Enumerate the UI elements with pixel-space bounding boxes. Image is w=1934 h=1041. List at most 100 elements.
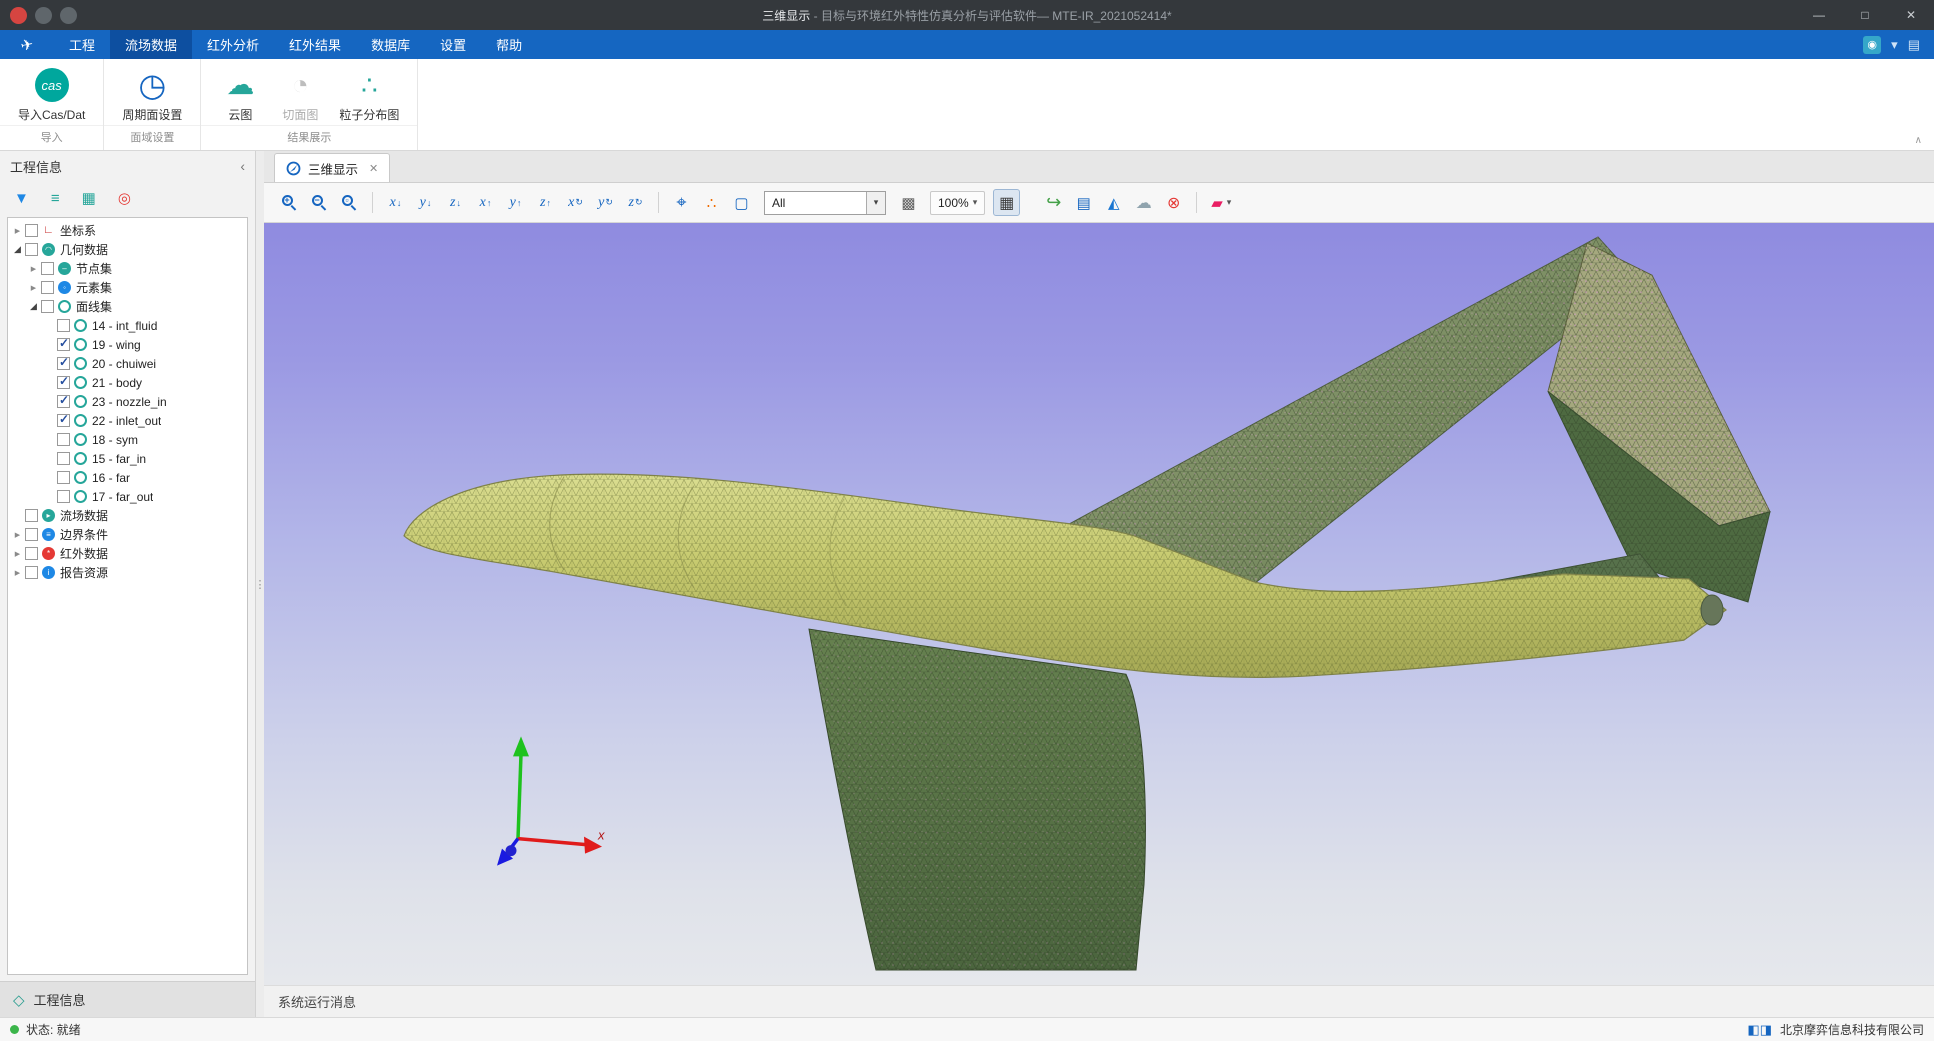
save-view-button[interactable]: ▰▾ xyxy=(1206,189,1236,216)
tree-expander-icon[interactable]: ▶ xyxy=(11,227,24,235)
tab-3d-display[interactable]: 三维显示 ✕ xyxy=(274,153,390,182)
zoom-fit-button[interactable]: ▫ xyxy=(336,189,363,216)
tree-expander-icon[interactable]: ▶ xyxy=(27,265,40,273)
tree-item-face-17-far-out[interactable]: 17 - far_out xyxy=(8,487,247,506)
mirror-display-button[interactable]: ◭ xyxy=(1100,189,1127,216)
menu-tab-settings[interactable]: 设置 xyxy=(425,30,481,59)
tree-checkbox[interactable] xyxy=(41,262,54,275)
tree-checkbox[interactable] xyxy=(57,395,70,408)
tree-checkbox[interactable] xyxy=(25,224,38,237)
snapshot-image-button[interactable]: ▤ xyxy=(1070,189,1097,216)
tree-item-face-15-far-in[interactable]: 15 - far_in xyxy=(8,449,247,468)
tree-expander-icon[interactable]: ▶ xyxy=(11,569,24,577)
tree-expander-icon[interactable]: ▶ xyxy=(27,284,40,292)
view-x-button[interactable]: x↓ xyxy=(382,189,409,216)
caret-down-icon[interactable]: ▾ xyxy=(1891,37,1898,53)
probe-point-button[interactable]: ⌖ xyxy=(668,189,695,216)
tree-checkbox[interactable] xyxy=(57,376,70,389)
tree-item-report-resource[interactable]: ▶i报告资源 xyxy=(8,563,247,582)
ribbon-collapse-chevron-icon[interactable]: ∧ xyxy=(1915,135,1922,146)
tree-checkbox[interactable] xyxy=(57,471,70,484)
list-view-icon[interactable]: ≡ xyxy=(51,191,60,206)
tree-checkbox[interactable] xyxy=(41,300,54,313)
menu-tab-database[interactable]: 数据库 xyxy=(356,30,425,59)
app-icon-gray-2[interactable] xyxy=(60,7,77,24)
tree-checkbox[interactable] xyxy=(57,490,70,503)
region-select-button[interactable]: ▢ xyxy=(728,189,755,216)
particle-trace-button[interactable]: ∴ xyxy=(698,189,725,216)
mesh-grid-toggle[interactable]: ▦ xyxy=(993,189,1020,216)
tree-checkbox[interactable] xyxy=(25,547,38,560)
texture-pattern-button[interactable]: ▩ xyxy=(895,189,922,216)
zoom-percent-combo[interactable]: 100%▾ xyxy=(930,191,985,215)
menu-tab-help[interactable]: 帮助 xyxy=(481,30,537,59)
cloud-map-button[interactable]: ☁ 云图 xyxy=(213,66,267,123)
app-logo-red[interactable] xyxy=(10,7,27,24)
view-y-reverse-button[interactable]: y↑ xyxy=(502,189,529,216)
tree-item-face-18-sym[interactable]: 18 - sym xyxy=(8,430,247,449)
maximize-button[interactable]: □ xyxy=(1842,0,1888,30)
tree-expander-icon[interactable]: ▶ xyxy=(11,550,24,558)
rotate-y-button[interactable]: y↻ xyxy=(592,189,619,216)
rotate-x-button[interactable]: x↻ xyxy=(562,189,589,216)
tree-checkbox[interactable] xyxy=(57,414,70,427)
tree-item-infrared-data[interactable]: ▶*红外数据 xyxy=(8,544,247,563)
tree-checkbox[interactable] xyxy=(25,566,38,579)
tree-item-boundary-cond[interactable]: ▶≡边界条件 xyxy=(8,525,247,544)
tree-item-flow-field-data[interactable]: ▸流场数据 xyxy=(8,506,247,525)
origin-target-icon[interactable]: ◎ xyxy=(118,191,131,206)
tree-checkbox[interactable] xyxy=(41,281,54,294)
cloud-display-button[interactable]: ☁ xyxy=(1130,189,1157,216)
view-x-reverse-button[interactable]: x↑ xyxy=(472,189,499,216)
menu-tab-ir-analysis[interactable]: 红外分析 xyxy=(192,30,274,59)
rotate-z-button[interactable]: z↻ xyxy=(622,189,649,216)
tree-checkbox[interactable] xyxy=(57,433,70,446)
view-z-reverse-button[interactable]: z↑ xyxy=(532,189,559,216)
display-filter-combo[interactable]: All▾ xyxy=(764,191,886,215)
viewport-3d[interactable]: x xyxy=(264,223,1934,985)
slice-map-button[interactable]: ◔ 切面图 xyxy=(273,66,327,123)
clear-results-button[interactable]: ⊗ xyxy=(1160,189,1187,216)
tab-close-icon[interactable]: ✕ xyxy=(369,162,378,175)
tree-item-face-22-inlet-out[interactable]: 22 - inlet_out xyxy=(8,411,247,430)
account-badge-icon[interactable]: ◉ xyxy=(1863,36,1881,54)
tree-expander-icon[interactable]: ◢ xyxy=(27,301,40,312)
zoom-out-button[interactable]: − xyxy=(306,189,333,216)
export-share-button[interactable]: ↪ xyxy=(1040,189,1067,216)
combo-dropdown-icon[interactable]: ▾ xyxy=(866,192,885,214)
tree-item-face-14-int-fluid[interactable]: 14 - int_fluid xyxy=(8,316,247,335)
tree-checkbox[interactable] xyxy=(25,243,38,256)
layout-grid-icon[interactable]: ▤ xyxy=(1908,37,1920,53)
panel-splitter[interactable]: ⋮ xyxy=(256,151,264,1017)
tree-item-face-set[interactable]: ◢面线集 xyxy=(8,297,247,316)
tree-item-face-21-body[interactable]: 21 - body xyxy=(8,373,247,392)
tree-checkbox[interactable] xyxy=(57,452,70,465)
dock-layout-right-icon[interactable]: ◨ xyxy=(1760,1022,1772,1037)
menu-tab-ir-results[interactable]: 红外结果 xyxy=(274,30,356,59)
view-y-button[interactable]: y↓ xyxy=(412,189,439,216)
zoom-in-button[interactable]: + xyxy=(276,189,303,216)
tree-expander-icon[interactable]: ◢ xyxy=(11,244,24,255)
tree-item-face-16-far[interactable]: 16 - far xyxy=(8,468,247,487)
tree-item-geometry-data[interactable]: ◢◠几何数据 xyxy=(8,240,247,259)
tree-item-element-set[interactable]: ▶◦元素集 xyxy=(8,278,247,297)
tree-checkbox[interactable] xyxy=(57,357,70,370)
tree-item-face-19-wing[interactable]: 19 - wing xyxy=(8,335,247,354)
grid-view-icon[interactable]: ▦ xyxy=(82,191,96,206)
tree-checkbox[interactable] xyxy=(57,319,70,332)
tree-item-node-set[interactable]: ▶–节点集 xyxy=(8,259,247,278)
viewport-canvas[interactable]: x xyxy=(264,223,1934,985)
app-icon-gray-1[interactable] xyxy=(35,7,52,24)
tree-item-face-23-nozzle-in[interactable]: 23 - nozzle_in xyxy=(8,392,247,411)
tree-expander-icon[interactable]: ▶ xyxy=(11,531,24,539)
tree-checkbox[interactable] xyxy=(25,509,38,522)
minimize-button[interactable]: — xyxy=(1796,0,1842,30)
filter-funnel-icon[interactable]: ▼ xyxy=(14,191,29,206)
tree-item-face-20-chuiwei[interactable]: 20 - chuiwei xyxy=(8,354,247,373)
view-z-button[interactable]: z↓ xyxy=(442,189,469,216)
dock-layout-left-icon[interactable]: ◧ xyxy=(1747,1022,1759,1037)
periodic-face-button[interactable]: ◷ 周期面设置 xyxy=(116,66,188,123)
close-button[interactable]: ✕ xyxy=(1888,0,1934,30)
menu-tab-project[interactable]: 工程 xyxy=(54,30,110,59)
tree-checkbox[interactable] xyxy=(25,528,38,541)
